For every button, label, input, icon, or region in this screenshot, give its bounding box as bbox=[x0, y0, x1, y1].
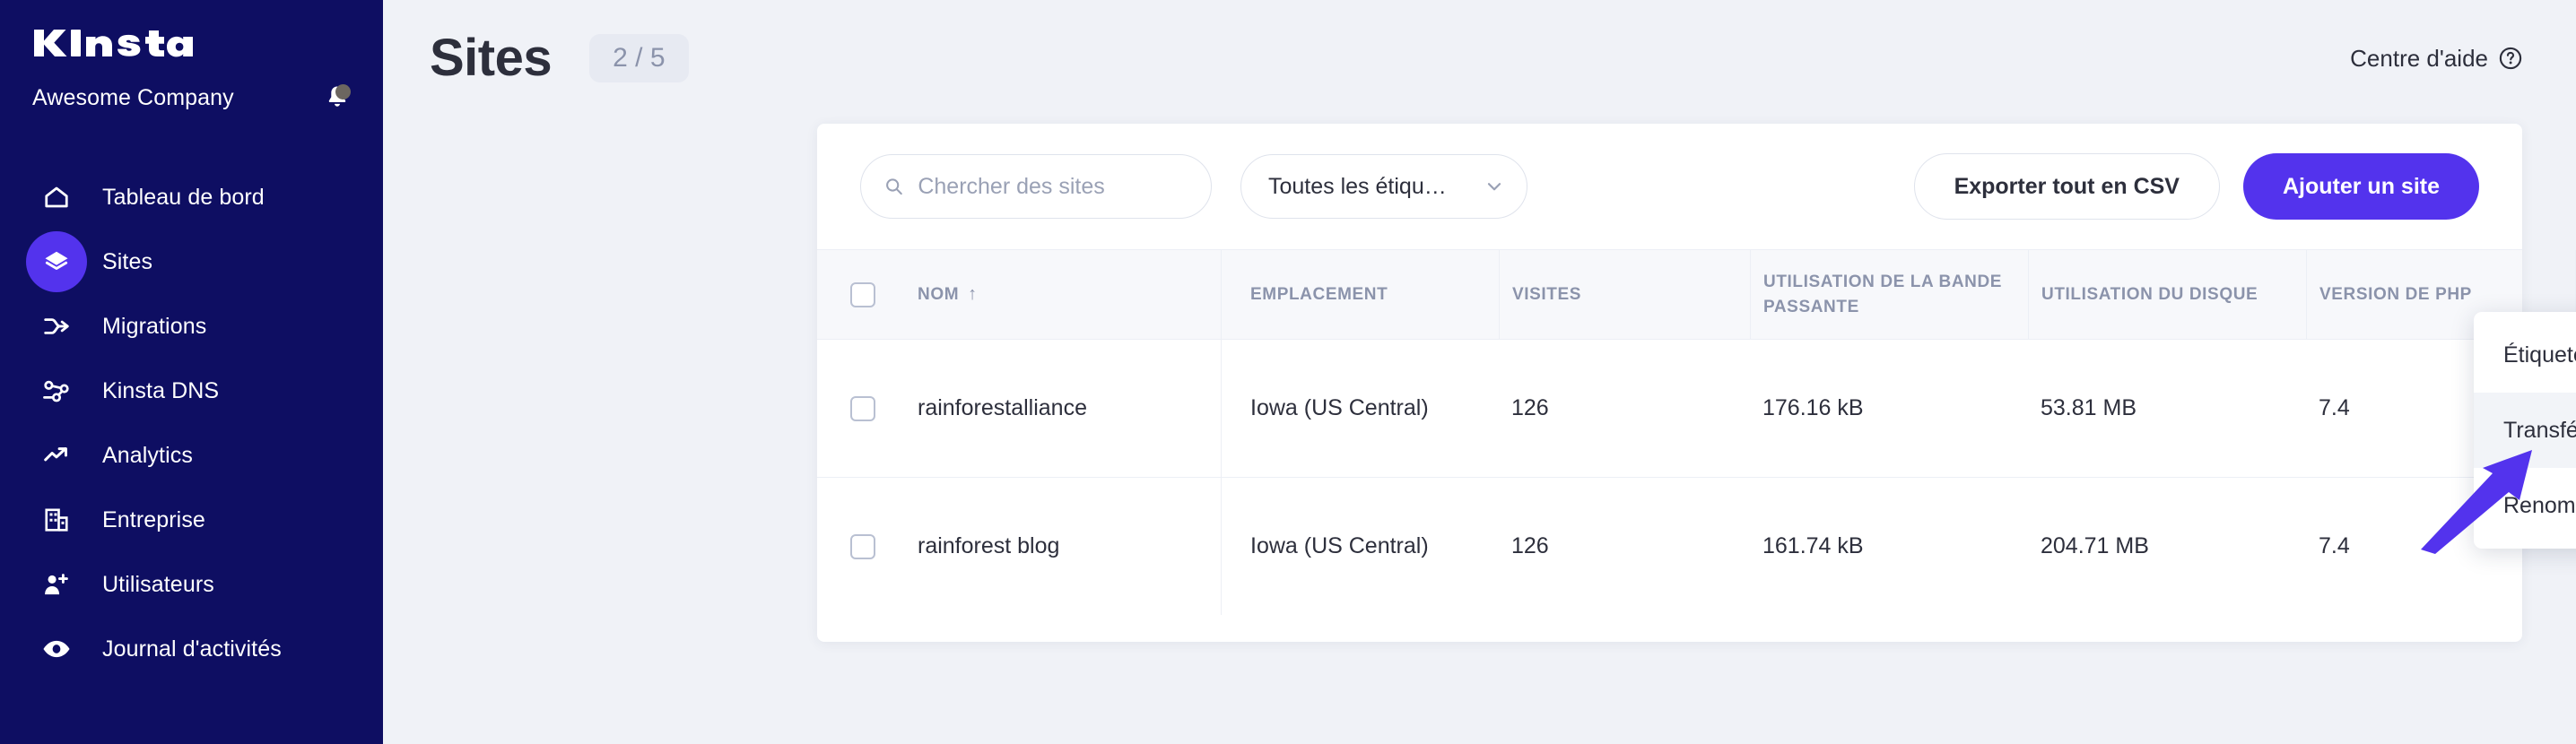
export-csv-button[interactable]: Exporter tout en CSV bbox=[1913, 153, 2220, 220]
column-header-label: NOM bbox=[918, 284, 960, 304]
building-icon bbox=[25, 489, 88, 551]
tag-filter-label: Toutes les étiqu… bbox=[1268, 173, 1447, 199]
search-input[interactable] bbox=[918, 173, 1188, 200]
table-row[interactable]: rainforestalliance Iowa (US Central) 126… bbox=[817, 339, 2522, 477]
menu-item-etiqueter-le-site[interactable]: Étiqueter le site bbox=[2474, 317, 2576, 393]
search-icon bbox=[886, 178, 902, 195]
layers-icon bbox=[25, 230, 88, 293]
row-select-cell bbox=[817, 478, 909, 615]
column-header-bandwidth[interactable]: UTILISATION DE LA BANDE PASSANTE bbox=[1750, 250, 2028, 339]
menu-item-renommer-le-site[interactable]: Renommer le site bbox=[2474, 468, 2576, 543]
page-header: Sites 2 / 5 Centre d'aide bbox=[383, 0, 2576, 117]
main-content: Sites 2 / 5 Centre d'aide Chercher des s… bbox=[383, 0, 2576, 744]
sidebar-nav: Tableau de bord Sites Migrations Kinsta … bbox=[0, 165, 383, 681]
table-header-row: NOM ↑ EMPLACEMENT VISITES UTILISATION DE… bbox=[817, 249, 2576, 339]
column-header-name[interactable]: NOM ↑ bbox=[909, 250, 1221, 339]
sidebar-item-utilisateurs[interactable]: Utilisateurs bbox=[0, 552, 383, 617]
app-root: Awesome Company Tableau de bord Sites Mi… bbox=[0, 0, 2576, 744]
question-circle-icon bbox=[2499, 47, 2522, 70]
sidebar-item-label: Utilisateurs bbox=[102, 571, 214, 597]
cell-location: Iowa (US Central) bbox=[1221, 340, 1499, 477]
menu-item-transferer-le-site[interactable]: Transférer le site bbox=[2474, 393, 2576, 468]
sidebar-item-label: Tableau de bord bbox=[102, 184, 265, 210]
cell-site-name[interactable]: rainforest blog bbox=[909, 478, 1221, 615]
column-header-disk[interactable]: UTILISATION DU DISQUE bbox=[2028, 250, 2306, 339]
chevron-down-icon bbox=[1487, 183, 1501, 191]
cell-visits: 126 bbox=[1511, 395, 1549, 420]
migrations-icon bbox=[25, 295, 88, 358]
row-checkbox[interactable] bbox=[850, 533, 875, 559]
notifications-button[interactable] bbox=[313, 82, 351, 113]
company-name: Awesome Company bbox=[32, 84, 234, 110]
sites-card: Toutes les étiqu… Exporter tout en CSV A… bbox=[817, 124, 2576, 642]
sidebar-item-analytics[interactable]: Analytics bbox=[0, 423, 383, 488]
search-box[interactable] bbox=[860, 154, 1212, 219]
sidebar-item-label: Entreprise bbox=[102, 506, 205, 532]
sidebar-item-sites[interactable]: Sites bbox=[0, 229, 383, 294]
sidebar-item-entreprise[interactable]: Entreprise bbox=[0, 488, 383, 552]
home-icon bbox=[25, 166, 88, 229]
sidebar-item-label: Analytics bbox=[102, 442, 193, 468]
sidebar-item-tableau-de-bord[interactable]: Tableau de bord bbox=[0, 165, 383, 229]
sidebar-item-journal-d-activites[interactable]: Journal d'activités bbox=[0, 617, 383, 681]
row-actions-dropdown: Étiqueter le site Transférer le site Ren… bbox=[2474, 312, 2576, 549]
kinsta-logo[interactable] bbox=[32, 23, 351, 61]
row-select-cell bbox=[817, 340, 909, 477]
sidebar-item-label: Migrations bbox=[102, 313, 207, 339]
toolbar-actions: Exporter tout en CSV Ajouter un site bbox=[1913, 153, 2479, 220]
sidebar-item-label: Journal d'activités bbox=[102, 636, 282, 662]
dns-nodes-icon bbox=[25, 359, 88, 422]
sidebar: Awesome Company Tableau de bord Sites Mi… bbox=[0, 0, 383, 744]
cell-disk-usage: 53.81 MB bbox=[2041, 395, 2137, 420]
cell-location: Iowa (US Central) bbox=[1221, 478, 1499, 615]
column-header-visits[interactable]: VISITES bbox=[1499, 250, 1750, 339]
help-center-label: Centre d'aide bbox=[2350, 44, 2488, 72]
select-all-cell bbox=[817, 250, 909, 339]
sites-toolbar: Toutes les étiqu… Exporter tout en CSV A… bbox=[817, 124, 2522, 249]
row-checkbox[interactable] bbox=[850, 395, 875, 421]
sidebar-item-label: Kinsta DNS bbox=[102, 377, 220, 403]
user-plus-icon bbox=[25, 553, 88, 616]
cell-site-name[interactable]: rainforestalliance bbox=[909, 340, 1221, 477]
sort-ascending-icon: ↑ bbox=[968, 284, 978, 304]
brand-row bbox=[0, 23, 383, 61]
sidebar-item-label: Sites bbox=[102, 248, 153, 274]
column-header-location[interactable]: EMPLACEMENT bbox=[1221, 250, 1499, 339]
cell-visits: 126 bbox=[1511, 533, 1549, 558]
cell-disk-usage: 204.71 MB bbox=[2041, 533, 2149, 558]
sites-table: NOM ↑ EMPLACEMENT VISITES UTILISATION DE… bbox=[817, 249, 2576, 615]
page-title: Sites bbox=[430, 29, 553, 87]
sites-count-badge: 2 / 5 bbox=[589, 34, 689, 82]
trend-up-icon bbox=[25, 424, 88, 487]
eye-icon bbox=[25, 618, 88, 680]
notification-badge bbox=[335, 84, 351, 99]
sidebar-item-migrations[interactable]: Migrations bbox=[0, 294, 383, 359]
column-header-label: UTILISATION DE LA BANDE PASSANTE bbox=[1763, 272, 2003, 316]
add-site-button[interactable]: Ajouter un site bbox=[2242, 153, 2479, 220]
cell-bandwidth: 176.16 kB bbox=[1762, 395, 1864, 420]
company-row: Awesome Company bbox=[0, 82, 383, 113]
cell-bandwidth: 161.74 kB bbox=[1762, 533, 1864, 558]
help-center-link[interactable]: Centre d'aide bbox=[2350, 45, 2522, 73]
sidebar-item-kinsta-dns[interactable]: Kinsta DNS bbox=[0, 359, 383, 423]
select-all-checkbox[interactable] bbox=[850, 281, 875, 307]
tag-filter-select[interactable]: Toutes les étiqu… bbox=[1240, 154, 1527, 219]
table-row[interactable]: rainforest blog Iowa (US Central) 126 16… bbox=[817, 477, 2522, 615]
